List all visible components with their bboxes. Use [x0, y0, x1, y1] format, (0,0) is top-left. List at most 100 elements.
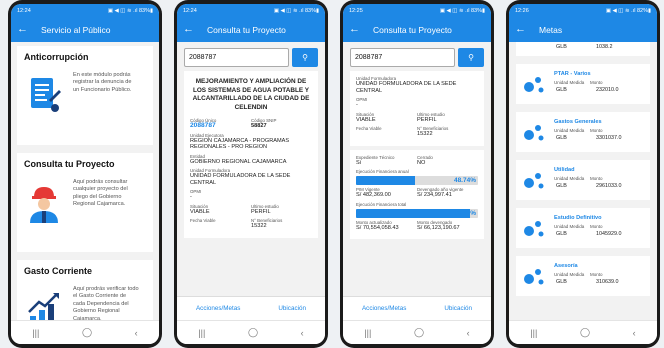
back-arrow-icon[interactable]: ←	[183, 24, 199, 35]
back-icon[interactable]: ‹	[467, 328, 470, 338]
situacion-value: VIABLE	[190, 208, 210, 215]
opmi-value: -	[356, 102, 358, 108]
home-icon[interactable]: ◯	[82, 327, 92, 338]
screen-metas: 12:26 ▣ ◀ ◫ ≋ .ıl 82%▮ ← Metas GLB 1038.…	[509, 4, 657, 344]
home-icon[interactable]: ◯	[580, 327, 590, 338]
phone-metas: 12:26 ▣ ◀ ◫ ≋ .ıl 82%▮ ← Metas GLB 1038.…	[506, 0, 660, 348]
opmi-value: -	[190, 194, 192, 201]
codigo-unico-value: 2088787	[190, 122, 216, 130]
recents-icon[interactable]: |||	[198, 328, 205, 338]
ubicacion-button[interactable]: Ubicación	[278, 305, 306, 312]
back-icon[interactable]: ‹	[301, 328, 304, 338]
meta-monto-label: Monto	[590, 128, 603, 133]
card-heading: Gasto Corriente	[24, 266, 93, 276]
system-nav-bar: ||| ◯ ‹	[177, 320, 325, 344]
meta-name: PTAR - Varios	[554, 71, 591, 77]
metas-container: PTAR - Varios Unidad Medida Monto GLB 232010…	[509, 64, 657, 296]
meta-card-partial[interactable]: GLB 1038.2	[516, 42, 650, 56]
status-icons: ▣ ◀ ◫ ≋ .ıl 83%▮	[107, 7, 153, 14]
search-icon: ⚲	[468, 53, 474, 62]
status-icons: ▣ ◀ ◫ ≋ .ıl 83%▮	[273, 7, 319, 14]
search-icon: ⚲	[302, 53, 308, 62]
card-heading: Consulta tu Proyecto	[24, 159, 115, 169]
status-bar: 12:24 ▣ ◀ ◫ ≋ .ıl 83%▮	[177, 4, 325, 17]
system-nav-bar: ||| ◯ ‹	[343, 320, 491, 344]
search-bar: 2088787 ⚲	[184, 48, 318, 67]
home-icon[interactable]: ◯	[414, 327, 424, 338]
search-button[interactable]: ⚲	[292, 48, 318, 67]
search-input[interactable]: 2088787	[184, 48, 289, 67]
back-arrow-icon[interactable]: ←	[515, 24, 531, 35]
engineer-icon	[30, 187, 58, 223]
meta-card[interactable]: PTAR - Varios Unidad Medida Monto GLB 232010…	[516, 64, 650, 104]
page-title: Consulta tu Proyecto	[207, 24, 286, 35]
meta-card[interactable]: Estudio Definitivo Unidad Medida Monto GLB 1…	[516, 208, 650, 248]
meta-um-value: GLB	[556, 87, 567, 93]
back-icon[interactable]: ‹	[135, 328, 138, 338]
meta-monto-label: Monto	[590, 272, 603, 277]
page-title: Metas	[539, 24, 563, 35]
recents-icon[interactable]: |||	[32, 328, 39, 338]
card-anticorrupcion[interactable]: Anticorrupción En este módulo podrás reg…	[17, 46, 153, 145]
ejecucion-total-progress: 93.72%	[356, 208, 478, 218]
home-icon[interactable]: ◯	[248, 327, 258, 338]
search-bar: 2088787 ⚲	[350, 48, 484, 67]
app-bar: ← Consulta tu Proyecto	[343, 17, 491, 42]
unidad-ejecutora-value: REGION CAJAMARCA - PROGRAMAS REGIONALES …	[190, 137, 290, 151]
meta-um-value: GLB	[556, 231, 567, 237]
recents-icon[interactable]: |||	[364, 328, 371, 338]
metas-list: GLB 1038.2 PTAR - Varios Unidad Medida Mon…	[509, 42, 657, 320]
meta-dots-icon	[524, 269, 544, 285]
card-description: Aquí podrás consultar cualquier proyecto…	[73, 179, 128, 208]
acciones-metas-button[interactable]: Acciones/Metas	[362, 305, 406, 312]
meta-um-label: Unidad Medida	[554, 128, 585, 133]
meta-monto-label: Monto	[590, 80, 603, 85]
meta-monto-value: 310639.0	[596, 279, 619, 285]
app-bar: ← Consulta tu Proyecto	[177, 17, 325, 42]
screen-consulta-1: 12:24 ▣ ◀ ◫ ≋ .ıl 83%▮ ← Consulta tu Pro…	[177, 4, 325, 344]
situacion-value: VIABLE	[356, 116, 376, 123]
search-input[interactable]: 2088787	[350, 48, 455, 67]
field-label: Ejecución Financiera anual	[356, 169, 409, 174]
document-report-icon	[31, 78, 61, 112]
page-title: Consulta tu Proyecto	[373, 24, 452, 35]
status-time: 12:25	[349, 7, 363, 14]
meta-card[interactable]: Utilidad Unidad Medida Monto GLB 2961033.0	[516, 160, 650, 200]
monto-actualizado-value: S/ 70,554,058.43	[356, 224, 399, 231]
card-gasto-corriente[interactable]: Gasto Corriente Aquí prodrás verificar t…	[17, 260, 153, 320]
meta-card[interactable]: Gastos Generales Unidad Medida Monto GLB 330…	[516, 112, 650, 152]
screen-consulta-2: 12:25 ▣ ◀ ◫ ≋ .ıl 83%▮ ← Consulta tu Pro…	[343, 4, 491, 344]
project-detail-scrolled: 2088787 ⚲ Unidad Formuladora UNIDAD FORM…	[343, 42, 491, 296]
meta-um-label: Unidad Medida	[554, 224, 585, 229]
unidad-formuladora-value: UNIDAD FORMULADORA DE LA SEDE CENTRAL	[190, 173, 291, 186]
acciones-metas-button[interactable]: Acciones/Metas	[196, 305, 240, 312]
meta-monto-label: Monto	[590, 176, 603, 181]
meta-um-value: GLB	[556, 279, 567, 285]
beneficiarios-value: 15322	[251, 223, 267, 230]
ejecucion-anual-progress: 48.74%	[356, 176, 478, 185]
progress-fill	[356, 176, 416, 185]
back-arrow-icon[interactable]: ←	[349, 24, 365, 35]
devengado-anio-value: S/ 234,997.41	[417, 192, 452, 198]
card-consulta-proyecto[interactable]: Consulta tu Proyecto Aquí podrás consult…	[17, 153, 153, 252]
project-detail: 2088787 ⚲ MEJORAMIENTO Y AMPLIACIÓN DE L…	[177, 42, 325, 296]
search-button[interactable]: ⚲	[458, 48, 484, 67]
status-icons: ▣ ◀ ◫ ≋ .ıl 82%▮	[605, 7, 651, 14]
status-bar: 12:26 ▣ ◀ ◫ ≋ .ıl 82%▮	[509, 4, 657, 17]
codigo-snip-value: 58827	[251, 123, 267, 130]
meta-dots-icon	[524, 173, 544, 189]
meta-card[interactable]: Asesoría Unidad Medida Monto GLB 310639.0	[516, 256, 650, 296]
meta-monto-value: 1038.2	[596, 44, 613, 50]
page-title: Servicio al Público	[41, 24, 111, 35]
cerrado-value: NO	[417, 159, 426, 166]
unidad-formuladora-value: UNIDAD FORMULADORA DE LA SEDE CENTRAL	[356, 81, 457, 94]
status-icons: ▣ ◀ ◫ ≋ .ıl 83%▮	[439, 7, 485, 14]
recents-icon[interactable]: |||	[530, 328, 537, 338]
back-icon[interactable]: ‹	[633, 328, 636, 338]
back-arrow-icon[interactable]: ←	[17, 24, 33, 35]
ubicacion-button[interactable]: Ubicación	[444, 305, 472, 312]
meta-dots-icon	[524, 221, 544, 237]
ultimo-estudio-value: PERFIL	[251, 208, 271, 215]
meta-dots-icon	[524, 77, 544, 93]
entidad-value: GOBIERNO REGIONAL CAJAMARCA	[190, 158, 287, 165]
